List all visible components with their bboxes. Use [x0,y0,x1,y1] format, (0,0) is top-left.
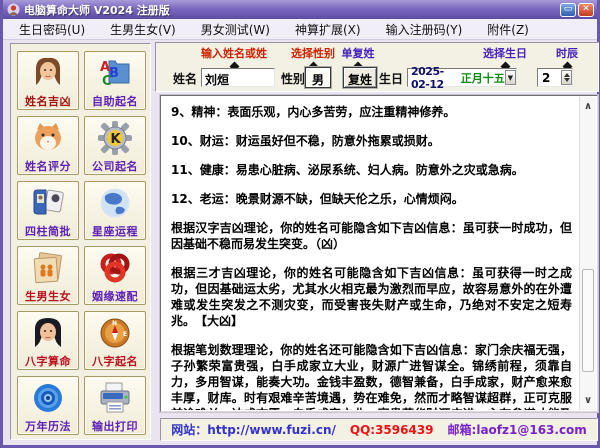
sidebar-button-auto-naming[interactable]: A B C 自助起名 [84,51,146,110]
printer-icon [100,382,130,413]
birthday-date-value: 2025-02-12 [411,64,444,91]
sidebar-button-bazi-fortune[interactable]: 八字算命 [17,311,79,370]
menu-item-register-code[interactable]: 输入注册码(Y) [386,21,463,38]
qq-text: QQ:3596439 [349,422,434,437]
svg-text:K: K [111,132,122,147]
app-icon [7,3,20,16]
scroll-down-icon[interactable]: ∨ [580,393,596,408]
input-form-panel: 输入姓名或姓 选择性别 单复姓 选择生日 时辰 姓名 刘烜 性别 男 复姓 生日 [155,42,599,92]
sidebar-button-label: 姓名吉凶 [25,95,71,108]
sidebar-button-name-luck[interactable]: 姓名吉凶 [17,51,79,110]
result-paragraph: 根据汉字吉凶理论，你的姓名可能隐含如下吉凶信息：虽可获一时成功，但因基础不稳而易… [171,221,572,251]
calendar-target-icon [34,384,62,412]
result-text: 9、精神：表面乐观，内心多苦劳，应注重精神修养。 10、财运：财运虽好但不稳，防… [162,97,578,410]
scrollbar-thumb[interactable] [582,269,594,373]
menu-item-gender-test[interactable]: 男女测试(W) [201,21,270,38]
menu-item-birthday-code[interactable]: 生日密码(U) [19,21,85,38]
result-paragraph: 根据笔划数理理论，你的姓名还可能隐含如下吉凶信息：家门余庆福无强，子孙繁荣富贵强… [171,343,572,410]
compound-surname-button[interactable]: 复姓 [343,67,377,88]
sidebar-button-label: 姓名评分 [25,160,71,173]
svg-text:E: E [123,331,127,338]
title-bar: 电脑算命大师 V2024 注册版 ▭ ✕ [3,0,597,19]
result-paragraph: 10、财运：财运虽好但不稳，防意外拖累或损财。 [171,134,440,148]
birthday-lunar-value: 正月十五 [460,71,505,85]
result-paragraph: 11、健康：易患心脏病、泌尿系统、妇人病。防意外之灾或急病。 [171,163,524,177]
result-textarea[interactable]: 9、精神：表面乐观，内心多苦劳，应注重精神修养。 10、财运：财运虽好但不稳，防… [160,95,598,412]
sidebar-button-label: 四柱简批 [25,225,71,238]
menu-item-attachments[interactable]: 附件(Z) [487,21,529,38]
spin-down-icon[interactable] [563,78,570,82]
birthday-combobox[interactable]: 2025-02-12 正月十五 ▼ [407,65,517,91]
hint-text: 时辰 [556,47,578,60]
sidebar-button-label: 公司起名 [92,160,138,173]
gender-label: 性别 [281,72,306,86]
hint-text: 选择性别 [291,47,335,60]
sidebar: 姓名吉凶 A B C 自助起名 姓名评分 K 公司起名 四柱简批 星座运程 生男… [10,43,151,440]
hint-text: 选择生日 [483,47,527,60]
email-text: 邮箱:laofz1@163.com [447,423,587,437]
svg-text:N: N [112,320,117,327]
close-icon: ✕ [582,4,590,14]
sidebar-button-perpetual-calendar[interactable]: 万年历法 [17,376,79,435]
sidebar-button-name-score[interactable]: 姓名评分 [17,116,79,175]
globe-icon [100,188,130,218]
status-bar: 网站：http://www.fuzi.cn/ QQ:3596439 邮箱:lao… [160,418,598,441]
minimize-icon: ▭ [563,4,573,14]
app-window: 电脑算命大师 V2024 注册版 ▭ ✕ 生日密码(U) 生男生女(V) 男女测… [0,0,600,448]
gender-value-box[interactable]: 男 [305,67,331,88]
sidebar-button-label: 姻缘速配 [92,290,138,303]
svg-text:C: C [102,74,112,89]
sidebar-button-label: 八字算命 [25,355,71,368]
menu-item-extensions[interactable]: 神算扩展(X) [295,21,361,38]
sidebar-button-print-output[interactable]: 输出打印 [84,376,146,435]
sidebar-button-marriage-match[interactable]: 姻缘速配 [84,246,146,305]
dropdown-arrow-icon[interactable]: ▼ [504,70,516,85]
vertical-scrollbar[interactable]: ∧ ∨ [579,97,596,410]
portrait-icon [34,318,62,347]
sidebar-button-company-naming[interactable]: K 公司起名 [84,116,146,175]
sidebar-button-label: 八字起名 [92,355,138,368]
woman-face-icon [36,57,60,85]
result-paragraph: 9、精神：表面乐观，内心多苦劳，应注重精神修养。 [171,105,456,119]
hint-text: 单复姓 [341,47,375,60]
birthday-label: 生日 [379,72,404,86]
menu-item-boy-girl[interactable]: 生男生女(V) [110,21,176,38]
sidebar-button-boy-or-girl[interactable]: 生男生女 [17,246,79,305]
sidebar-button-label: 自助起名 [92,95,138,108]
sidebar-button-horoscope[interactable]: 星座运程 [84,181,146,240]
compass-icon: N E [100,318,130,348]
sidebar-button-label: 输出打印 [92,420,138,433]
sidebar-button-bazi-naming[interactable]: N E 八字起名 [84,311,146,370]
menu-bar: 生日密码(U) 生男生女(V) 男女测试(W) 神算扩展(X) 输入注册码(Y)… [3,19,597,40]
hour-value: 2 [542,70,551,85]
website-text: 网站：http://www.fuzi.cn/ [171,423,336,437]
sidebar-button-label: 星座运程 [92,225,138,238]
name-input[interactable]: 刘烜 [201,68,275,87]
hint-text: 输入姓名或姓 [201,47,267,60]
books-icon [33,189,64,215]
close-button[interactable]: ✕ [578,2,594,17]
spinner-buttons[interactable] [561,70,572,85]
family-photo-icon [33,252,62,284]
result-paragraph: 12、老运：晚景财源不缺，但缺天伦之乐，心情烦闷。 [171,192,464,206]
sidebar-button-label: 生男生女 [25,290,71,303]
cat-icon [35,123,61,150]
hour-spinner[interactable]: 2 [537,68,573,87]
minimize-button[interactable]: ▭ [560,2,576,17]
name-label: 姓名 [173,72,198,86]
abc-letters-icon: A B C [100,60,130,89]
scroll-up-icon[interactable]: ∧ [580,99,596,114]
spin-up-icon[interactable] [563,73,570,77]
form-fields-row: 姓名 刘烜 性别 男 复姓 生日 2025-02-12 正月十五 ▼ 2 [156,65,598,91]
window-title: 电脑算命大师 V2024 注册版 [24,3,170,17]
gear-k-icon: K [98,121,132,155]
sidebar-button-label: 万年历法 [25,420,71,433]
chinese-knot-icon [100,253,130,283]
result-paragraph: 根据三才吉凶理论，你的姓名可能隐含如下吉凶信息：虽可获得一时之成功，但因基础运太… [171,266,572,328]
sidebar-button-four-pillars[interactable]: 四柱简批 [17,181,79,240]
